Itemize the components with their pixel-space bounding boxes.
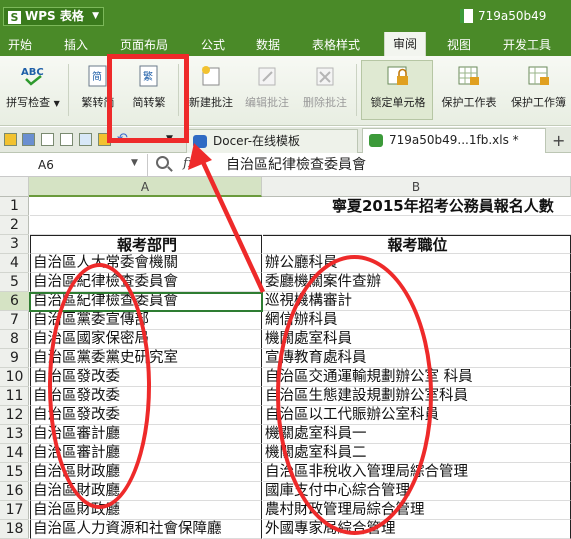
annotation-arrow bbox=[188, 143, 266, 293]
